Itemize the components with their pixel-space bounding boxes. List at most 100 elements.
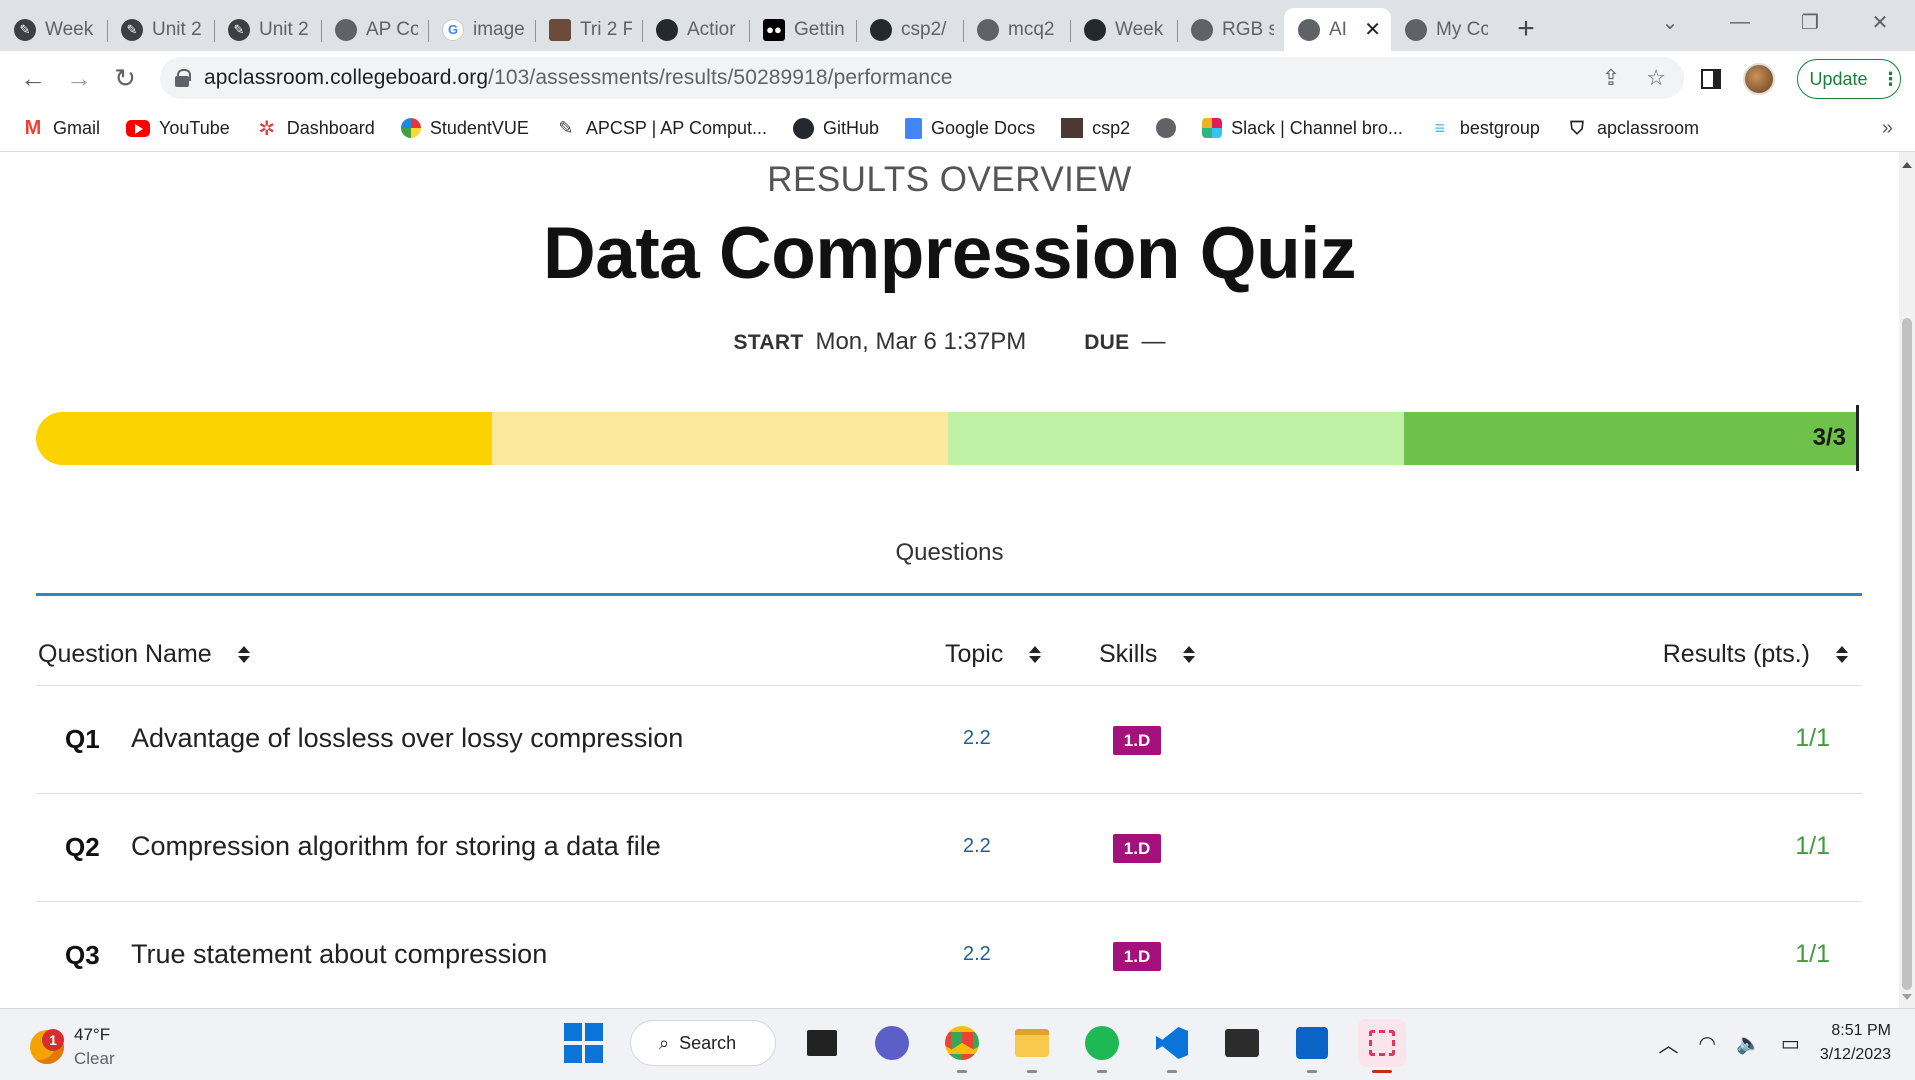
score-marker	[1856, 405, 1859, 471]
browser-tab[interactable]: AP Co	[321, 8, 428, 51]
clock[interactable]: 8:51 PM 3/12/2023	[1820, 1019, 1891, 1067]
table-row[interactable]: Q2 Compression algorithm for storing a d…	[36, 794, 1862, 902]
browser-tab[interactable]: My Cc	[1391, 8, 1498, 51]
share-icon[interactable]: ⇪	[1602, 65, 1620, 91]
bookmark-apcsp[interactable]: ✎ APCSP | AP Comput...	[555, 118, 767, 139]
globe-icon	[1156, 118, 1177, 138]
browser-tab[interactable]: ✎ Week	[0, 8, 107, 51]
weather-temp: 47°F	[74, 1025, 111, 1044]
calculator-app[interactable]	[1288, 1019, 1336, 1073]
address-bar[interactable]: apclassroom.collegeboard.org/103/assessm…	[160, 57, 1684, 99]
topic-link[interactable]: 2.2	[963, 727, 991, 750]
browser-tab[interactable]: Actior	[642, 8, 749, 51]
question-name[interactable]: Advantage of lossless over lossy compres…	[131, 723, 683, 754]
back-arrow-icon[interactable]: ←	[10, 55, 56, 101]
volume-icon[interactable]: 🔈	[1736, 1031, 1761, 1056]
weather-desc: Clear	[74, 1049, 115, 1068]
page-scrollbar[interactable]	[1899, 152, 1915, 1008]
task-view-button[interactable]	[798, 1019, 846, 1067]
start-button[interactable]	[560, 1019, 608, 1067]
sort-icon[interactable]	[237, 646, 250, 663]
sort-icon[interactable]	[1183, 646, 1196, 663]
battery-icon[interactable]: ▭	[1781, 1031, 1800, 1056]
column-question-name[interactable]: Question Name	[38, 640, 250, 669]
snipping-tool-app[interactable]	[1358, 1019, 1406, 1073]
close-tab-icon[interactable]: ✕	[1364, 17, 1381, 42]
results-overline: RESULTS OVERVIEW	[767, 160, 1132, 199]
bookmark-apclassroom[interactable]: ⛉ apclassroom	[1566, 118, 1699, 139]
bookmark-studentvue[interactable]: StudentVUE	[400, 118, 529, 139]
restore-icon[interactable]: ❐	[1775, 10, 1845, 35]
score-label: 3/3	[1812, 424, 1846, 451]
close-window-icon[interactable]: ✕	[1845, 10, 1915, 35]
forward-arrow-icon[interactable]: →	[56, 55, 102, 101]
bookmark-slack[interactable]: Slack | Channel bro...	[1202, 118, 1403, 139]
browser-tab[interactable]: RGB s	[1177, 8, 1284, 51]
table-row[interactable]: Q1 Advantage of lossless over lossy comp…	[36, 686, 1862, 794]
chevron-up-icon[interactable]: ︿	[1659, 1029, 1679, 1058]
window-controls: ⌄ — ❐ ✕	[1635, 0, 1915, 44]
side-panel-icon[interactable]	[1701, 69, 1721, 89]
browser-tab[interactable]: ✎ Unit 2	[214, 8, 321, 51]
search-icon: ⌕	[659, 1032, 670, 1053]
teams-app[interactable]	[868, 1019, 916, 1067]
vscode-icon	[1156, 1027, 1188, 1059]
folder-icon	[1015, 1029, 1049, 1057]
new-tab-button[interactable]: +	[1506, 9, 1546, 49]
sort-icon[interactable]	[1836, 646, 1848, 663]
chrome-app[interactable]	[938, 1019, 986, 1073]
minimize-icon[interactable]: —	[1705, 11, 1775, 34]
file-explorer-app[interactable]	[1008, 1019, 1056, 1073]
start-label: START	[733, 331, 804, 354]
browser-tab[interactable]: ●● Gettin	[749, 8, 856, 51]
bookmark-youtube[interactable]: YouTube	[126, 118, 230, 139]
question-name[interactable]: Compression algorithm for storing a data…	[131, 831, 661, 862]
bookmark-star-icon[interactable]: ☆	[1646, 65, 1666, 91]
browser-tab[interactable]: Week	[1070, 8, 1177, 51]
omnibox-actions: ⇪ ☆	[1602, 65, 1666, 91]
github-icon	[1084, 18, 1106, 41]
browser-tab[interactable]: mcq2	[963, 8, 1070, 51]
bookmark-google-docs[interactable]: Google Docs	[905, 117, 1035, 139]
column-results[interactable]: Results (pts.)	[1663, 640, 1848, 669]
tab-search-icon[interactable]: ⌄	[1635, 10, 1705, 35]
browser-tab[interactable]: Tri 2 F	[535, 8, 642, 51]
weather-widget[interactable]: 1 47°F Clear	[30, 1023, 115, 1071]
vscode-app[interactable]	[1148, 1019, 1196, 1073]
teams-icon	[875, 1026, 909, 1060]
bookmark-dashboard[interactable]: ✲ Dashboard	[256, 117, 374, 140]
bookmark-github[interactable]: GitHub	[792, 117, 879, 139]
browser-tab[interactable]: ✎ Unit 2	[107, 8, 214, 51]
notification-badge: 1	[42, 1029, 64, 1051]
table-row[interactable]: Q3 True statement about compression 2.2 …	[36, 902, 1862, 1008]
reload-icon[interactable]: ↻	[102, 55, 148, 101]
terminal-app[interactable]	[1218, 1019, 1266, 1067]
wifi-icon[interactable]: ◠	[1699, 1031, 1716, 1056]
topic-link[interactable]: 2.2	[963, 835, 991, 858]
url-text[interactable]: apclassroom.collegeboard.org/103/assessm…	[204, 66, 953, 90]
tab-questions[interactable]: Questions	[0, 539, 1899, 567]
update-button[interactable]: Update ⋮	[1797, 59, 1901, 99]
topic-link[interactable]: 2.2	[963, 943, 991, 966]
scrollbar-thumb[interactable]	[1902, 318, 1912, 990]
browser-tab-active[interactable]: AI ✕	[1284, 8, 1391, 51]
bookmark-globe[interactable]	[1156, 118, 1177, 138]
scroll-down-icon[interactable]	[1902, 994, 1912, 1000]
spotify-app[interactable]	[1078, 1019, 1126, 1073]
bookmark-csp2[interactable]: csp2	[1061, 118, 1130, 139]
column-skills[interactable]: Skills	[1099, 640, 1196, 669]
browser-tab[interactable]: Gimage	[428, 8, 535, 51]
bookmarks-overflow-button[interactable]: »	[1882, 117, 1893, 140]
column-topic[interactable]: Topic	[945, 640, 1042, 669]
profile-avatar[interactable]	[1743, 63, 1775, 95]
lock-icon[interactable]	[174, 69, 191, 87]
progress-segment: 3/3	[1404, 405, 1859, 471]
bookmark-bestgroup[interactable]: ≡ bestgroup	[1429, 118, 1540, 139]
scroll-up-icon[interactable]	[1902, 162, 1912, 168]
sort-icon[interactable]	[1029, 646, 1042, 663]
taskbar-search[interactable]: ⌕ Search	[630, 1020, 776, 1066]
browser-tab[interactable]: csp2/	[856, 8, 963, 51]
bookmark-gmail[interactable]: M Gmail	[22, 117, 100, 139]
dashboard-icon: ✲	[258, 117, 276, 140]
question-name[interactable]: True statement about compression	[131, 939, 547, 970]
